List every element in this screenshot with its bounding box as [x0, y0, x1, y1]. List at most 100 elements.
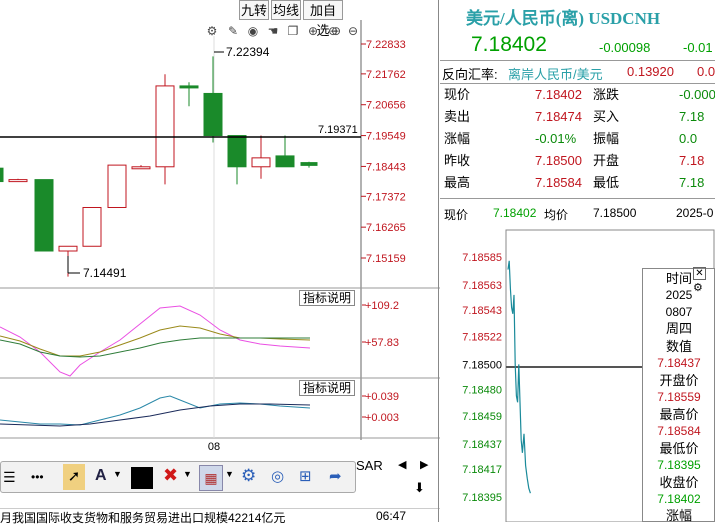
intraday-axis-label: 7.18500 — [462, 359, 502, 371]
quote-row: 卖出 7.18474 买入 7.18 — [443, 106, 715, 128]
chevron-down-icon[interactable]: ▼ — [113, 469, 122, 479]
text-tool-icon[interactable]: A — [95, 467, 107, 485]
quote-row-value: 7.18 — [679, 153, 705, 168]
tooltip-open-label: 开盘价 — [659, 373, 699, 388]
indicator1-lower: +57.83 — [365, 337, 399, 349]
indicator1-help-button[interactable]: 指标说明 — [299, 290, 356, 306]
scroll-left-icon[interactable]: ◀ — [398, 458, 406, 471]
reverse-rate-extra: 0.0 — [697, 64, 715, 79]
tooltip-high-label: 最高价 — [659, 407, 699, 422]
more-button[interactable]: ••• — [31, 470, 44, 484]
tooltip-change-label: 涨幅 — [665, 508, 692, 523]
quote-row-label: 涨幅 — [444, 131, 471, 146]
intraday-axis-label: 7.18543 — [462, 305, 502, 317]
candle-body — [179, 85, 199, 89]
quote-row-value: 7.18402 — [535, 87, 582, 102]
quote-row-value: -0.01% — [535, 131, 577, 146]
tooltip-time-label: 时间 — [665, 271, 692, 286]
quote-row-value: -0.000 — [679, 87, 715, 102]
sar-tab[interactable]: SAR — [356, 458, 383, 473]
tooltip-close: 7.18402 — [657, 492, 701, 506]
indicator2-line-teal — [0, 395, 311, 426]
indicator1-upper: +109.2 — [365, 300, 399, 312]
quote-row-label: 最低 — [593, 175, 620, 190]
download-icon[interactable]: ⬇ — [414, 480, 425, 496]
quote-row-value: 7.18 — [679, 109, 705, 124]
quote-row-value: 7.18500 — [535, 153, 582, 168]
list-icon[interactable]: ☰ — [3, 469, 16, 486]
reverse-rate-pair[interactable]: 离岸人民币/美元 — [508, 64, 603, 83]
tooltip-low: 7.18395 — [657, 458, 701, 472]
quote-row-label: 买入 — [593, 109, 620, 124]
quote-divider — [440, 198, 715, 199]
price-axis-label: 7.22833 — [366, 39, 406, 51]
intraday-price-line — [507, 260, 531, 494]
price-axis-label: 7.16265 — [366, 222, 406, 234]
tooltip-close-label: 收盘价 — [659, 475, 699, 490]
candle-body — [251, 157, 271, 168]
price-axis-label: 7.17372 — [366, 191, 406, 203]
last-price-label: 7.19371 — [318, 124, 358, 136]
candle-body — [300, 162, 318, 166]
quote-row-label: 振幅 — [593, 131, 620, 146]
quote-price: 7.18402 — [471, 33, 547, 56]
candle-body — [275, 155, 295, 168]
grid-icon[interactable]: ⊞ — [299, 467, 312, 485]
scroll-right-icon[interactable]: ▶ — [420, 458, 428, 471]
x-axis-label: 08 — [208, 441, 220, 453]
kline-chart[interactable]: 7.22833 7.21762 7.20656 7.19549 7.18443 7.173… — [0, 0, 440, 460]
candle-body — [8, 179, 28, 183]
intraday-axis-label: 7.18480 — [462, 385, 502, 397]
drawing-toolbar: ☰ ••• ➚ A ▼ ✖ ▼ ▦ ▼ ⚙ ◎ ⊞ ➦ — [0, 461, 356, 493]
delete-icon[interactable]: ✖ — [163, 465, 178, 486]
tooltip-value: 7.18437 — [657, 356, 701, 370]
chevron-down-icon[interactable]: ▼ — [225, 469, 234, 479]
price-axis-label: 7.15159 — [366, 253, 406, 265]
intraday-avg-value: 7.18500 — [593, 206, 637, 220]
indicator2-help-button[interactable]: 指标说明 — [299, 380, 356, 396]
eye-icon[interactable]: ◎ — [271, 467, 284, 485]
quote-row: 昨收 7.18500 开盘 7.18 — [443, 150, 715, 172]
candle-body — [107, 164, 127, 208]
news-ticker[interactable]: 月我国国际收支货物和服务贸易进出口规模42214亿元 06:47 — [0, 508, 440, 526]
low-label: 7.14491 — [83, 266, 127, 280]
news-text[interactable]: 月我国国际收支货物和服务贸易进出口规模42214亿元 — [0, 509, 285, 526]
intraday-axis-label: 7.18417 — [462, 464, 502, 476]
quote-row-value: 7.18584 — [535, 175, 582, 190]
candle-body — [82, 206, 102, 247]
candle-body — [131, 166, 151, 170]
candle-body — [155, 85, 175, 168]
quote-row-value: 7.18 — [679, 175, 705, 190]
cursor-icon[interactable]: ➚ — [63, 464, 85, 490]
settings-icon[interactable]: ⚙ — [241, 466, 256, 486]
intraday-now-label: 现价 — [444, 208, 469, 222]
candle-body — [227, 135, 247, 168]
candle-body — [34, 179, 54, 252]
quote-row: 现价 7.18402 涨跌 -0.000 — [443, 84, 715, 106]
price-axis-label: 7.18443 — [366, 161, 406, 173]
intraday-avg-label: 均价 — [544, 208, 569, 222]
right-panel-border — [438, 0, 439, 522]
share-icon[interactable]: ➦ — [329, 467, 342, 485]
quote-row: 涨幅 -0.01% 振幅 0.0 — [443, 128, 715, 150]
quote-row-label: 现价 — [444, 87, 471, 102]
chevron-down-icon[interactable]: ▼ — [183, 469, 192, 479]
quote-row-label: 昨收 — [444, 153, 471, 168]
indicator1-line-pink — [0, 305, 311, 377]
quote-change-pct: -0.01 — [683, 40, 713, 55]
color-swatch[interactable] — [131, 467, 153, 489]
intraday-now-value: 7.18402 — [493, 206, 537, 220]
quote-row: 最高 7.18584 最低 7.18 — [443, 172, 715, 194]
candle-body — [0, 167, 4, 183]
intraday-axis-label: 7.18459 — [462, 411, 502, 423]
price-axis-label: 7.19549 — [366, 131, 406, 143]
quote-row-value: 0.0 — [679, 131, 698, 146]
price-axis-label: 7.21762 — [366, 69, 406, 81]
indicator1-line-green — [0, 337, 310, 358]
intraday-date: 2025-0 — [676, 206, 714, 220]
magnet-icon[interactable]: ▦ — [199, 465, 223, 491]
tooltip-year: 2025 — [665, 288, 693, 302]
quote-row-value: 7.18474 — [535, 109, 582, 124]
intraday-axis-label: 7.18437 — [462, 439, 502, 451]
quote-row-label: 涨跌 — [593, 87, 620, 102]
